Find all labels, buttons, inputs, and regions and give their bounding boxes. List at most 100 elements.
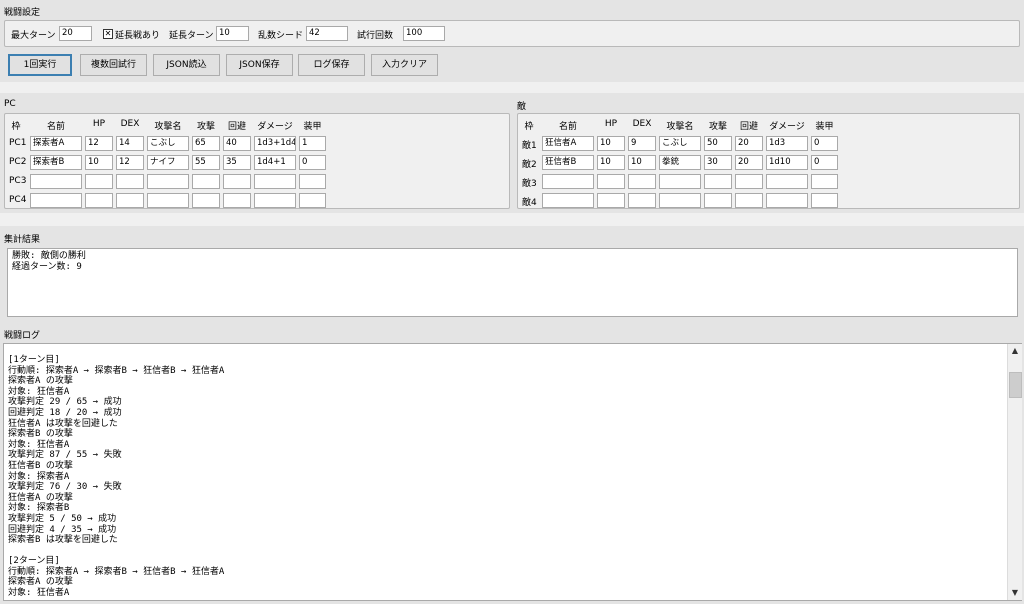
run-once-button[interactable]: 1回実行	[8, 54, 72, 76]
pc-row4-damage-field[interactable]	[254, 193, 296, 208]
pc-row1-damage-field[interactable]: 1d3+1d4	[254, 136, 296, 151]
enemy-row3-slot-label: 敵3	[522, 179, 537, 189]
save-log-button[interactable]: ログ保存	[298, 54, 365, 76]
enemy-row2-damage-field[interactable]: 1d10	[766, 155, 808, 170]
pc-row4-attack-name-field[interactable]	[147, 193, 189, 208]
pc-row2-damage-field[interactable]: 1d4+1	[254, 155, 296, 170]
max-turns-input[interactable]: 20	[59, 26, 92, 41]
pc-row2-armor-field[interactable]: 0	[299, 155, 326, 170]
extended-checkbox-label[interactable]: 延長戦あり	[115, 28, 160, 41]
log-scrollbar[interactable]: ▲ ▼	[1007, 344, 1022, 600]
pc-row3-hp-field[interactable]	[85, 174, 113, 189]
enemy-row4-slot-label: 敵4	[522, 198, 537, 208]
enemy-row4-attack-field[interactable]	[704, 193, 732, 208]
scroll-up-arrow-icon[interactable]: ▲	[1008, 344, 1022, 358]
enemy-row1-attack-field[interactable]: 50	[704, 136, 732, 151]
max-turns-label: 最大ターン	[11, 31, 56, 41]
enemy-row2-name-field[interactable]: 狂信者B	[542, 155, 594, 170]
enemy-row1-damage-field[interactable]: 1d3	[766, 136, 808, 151]
enemy-row1-dex-field[interactable]: 9	[628, 136, 656, 151]
pc-row1-armor-field[interactable]: 1	[299, 136, 326, 151]
pc-row2-evade-field[interactable]: 35	[223, 155, 251, 170]
pc-row1-dex-field[interactable]: 14	[116, 136, 144, 151]
enemy-row3-evade-field[interactable]	[735, 174, 763, 189]
run-many-button[interactable]: 複数回試行	[80, 54, 147, 76]
pc-row2-slot-label: PC2	[9, 157, 27, 167]
enemy-row1-slot-label: 敵1	[522, 141, 537, 151]
load-json-button[interactable]: JSON読込	[153, 54, 220, 76]
pc-row4-armor-field[interactable]	[299, 193, 326, 208]
extended-checkbox[interactable]: ✕	[103, 29, 113, 39]
pc-row2-attack-field[interactable]: 55	[192, 155, 220, 170]
enemy-header-dex: DEX	[632, 119, 652, 129]
enemy-row3-armor-field[interactable]	[811, 174, 838, 189]
enemy-row2-armor-field[interactable]: 0	[811, 155, 838, 170]
pc-row3-dex-field[interactable]	[116, 174, 144, 189]
log-scroll-thumb[interactable]	[1009, 372, 1022, 398]
enemy-row1-hp-field[interactable]: 10	[597, 136, 625, 151]
trials-input[interactable]: 100	[403, 26, 445, 41]
pc-row2-attack-name-field[interactable]: ナイフ	[147, 155, 189, 170]
enemy-row2-evade-field[interactable]: 20	[735, 155, 763, 170]
pc-row1-slot-label: PC1	[9, 138, 27, 148]
enemy-row3-dex-field[interactable]	[628, 174, 656, 189]
pc-row3-attack-field[interactable]	[192, 174, 220, 189]
pc-row2-hp-field[interactable]: 10	[85, 155, 113, 170]
enemy-row4-armor-field[interactable]	[811, 193, 838, 208]
pc-row2-dex-field[interactable]: 12	[116, 155, 144, 170]
enemy-row4-name-field[interactable]	[542, 193, 594, 208]
save-json-button[interactable]: JSON保存	[226, 54, 293, 76]
pc-row3-damage-field[interactable]	[254, 174, 296, 189]
enemy-row4-hp-field[interactable]	[597, 193, 625, 208]
pc-row1-hp-field[interactable]: 12	[85, 136, 113, 151]
pc-row4-name-field[interactable]	[30, 193, 82, 208]
pc-row1-evade-field[interactable]: 40	[223, 136, 251, 151]
pc-header-name: 名前	[46, 122, 65, 132]
enemy-header-attack-name: 攻撃名	[666, 122, 694, 132]
enemy-row3-hp-field[interactable]	[597, 174, 625, 189]
pc-row1-attack-field[interactable]: 65	[192, 136, 220, 151]
pc-row4-dex-field[interactable]	[116, 193, 144, 208]
enemy-row4-evade-field[interactable]	[735, 193, 763, 208]
seed-label: 乱数シード	[258, 31, 304, 41]
enemy-row3-attack-field[interactable]	[704, 174, 732, 189]
enemy-row4-dex-field[interactable]	[628, 193, 656, 208]
enemy-row2-dex-field[interactable]: 10	[628, 155, 656, 170]
enemy-header-slot: 枠	[524, 122, 534, 132]
enemy-row3-damage-field[interactable]	[766, 174, 808, 189]
pc-row4-attack-field[interactable]	[192, 193, 220, 208]
pc-row1-name-field[interactable]: 探索者A	[30, 136, 82, 151]
pc-row2-name-field[interactable]: 探索者B	[30, 155, 82, 170]
summary-textbox[interactable]: 勝敗: 敵側の勝利 経過ターン数: 9	[7, 248, 1018, 317]
pc-row3-name-field[interactable]	[30, 174, 82, 189]
scroll-down-arrow-icon[interactable]: ▼	[1008, 586, 1022, 600]
enemy-row3-name-field[interactable]	[542, 174, 594, 189]
enemy-row4-attack-name-field[interactable]	[659, 193, 701, 208]
enemy-row1-attack-name-field[interactable]: こぶし	[659, 136, 701, 151]
enemy-row2-attack-name-field[interactable]: 拳銃	[659, 155, 701, 170]
log-section-title: 戦闘ログ	[4, 331, 41, 341]
enemy-row2-attack-field[interactable]: 30	[704, 155, 732, 170]
pc-header-slot: 枠	[11, 122, 21, 132]
enemy-row3-attack-name-field[interactable]	[659, 174, 701, 189]
enemy-row4-damage-field[interactable]	[766, 193, 808, 208]
pc-row3-evade-field[interactable]	[223, 174, 251, 189]
enemy-row1-name-field[interactable]: 狂信者A	[542, 136, 594, 151]
seed-input[interactable]: 42	[306, 26, 348, 41]
pc-row1-attack-name-field[interactable]: こぶし	[147, 136, 189, 151]
summary-section-title: 集計結果	[4, 235, 41, 245]
clear-input-button[interactable]: 入力クリア	[371, 54, 438, 76]
enemy-row1-evade-field[interactable]: 20	[735, 136, 763, 151]
enemy-header-damage: ダメージ	[769, 122, 805, 132]
enemy-row2-hp-field[interactable]: 10	[597, 155, 625, 170]
enemy-header-evade: 回避	[739, 122, 758, 132]
enemy-section-title: 敵	[517, 102, 527, 112]
pc-row3-armor-field[interactable]	[299, 174, 326, 189]
pc-row4-hp-field[interactable]	[85, 193, 113, 208]
enemy-row1-armor-field[interactable]: 0	[811, 136, 838, 151]
log-textbox[interactable]: [1ターン目] 行動順: 探索者A → 探索者B → 狂信者B → 狂信者A 探…	[3, 343, 1022, 601]
pc-row3-attack-name-field[interactable]	[147, 174, 189, 189]
pc-row4-slot-label: PC4	[9, 195, 27, 205]
pc-row4-evade-field[interactable]	[223, 193, 251, 208]
extend-turns-input[interactable]: 10	[216, 26, 249, 41]
